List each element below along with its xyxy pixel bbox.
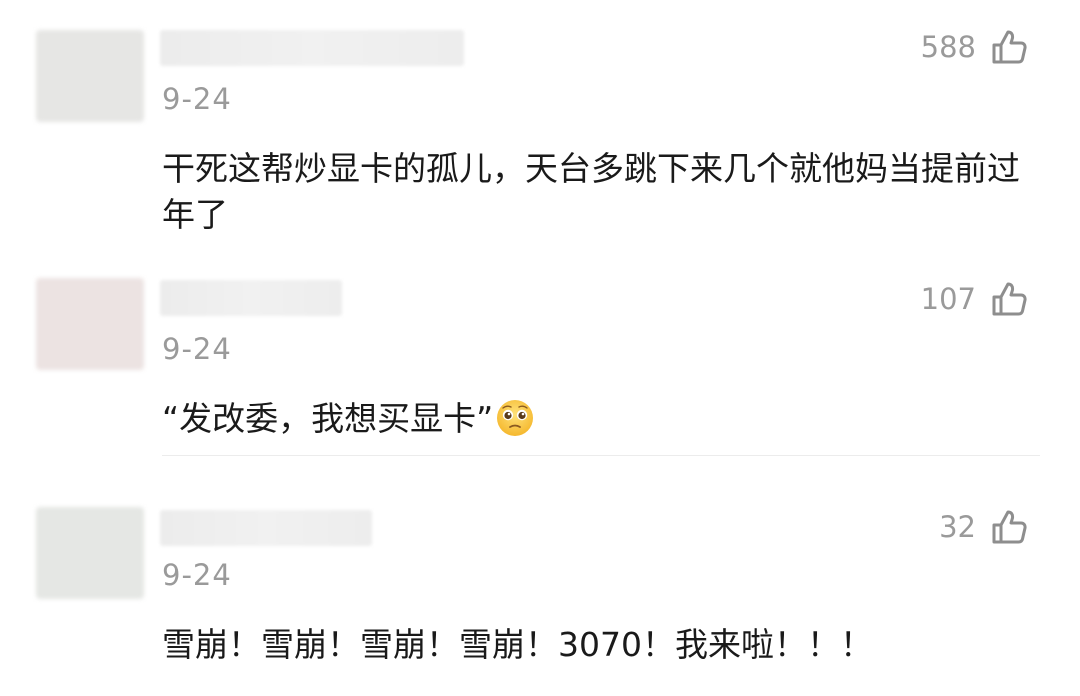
- divider: [162, 455, 1040, 456]
- thumbs-up-icon[interactable]: [990, 280, 1028, 318]
- comment-date: 9-24: [162, 82, 232, 116]
- pleading-face-emoji: [497, 399, 534, 436]
- comment-text: 雪崩！雪崩！雪崩！雪崩！3070！我来啦！！！: [162, 625, 873, 664]
- comment-date: 9-24: [162, 558, 232, 592]
- username-blurred[interactable]: [160, 30, 464, 66]
- like-count: 32: [939, 510, 976, 544]
- like-count: 588: [920, 30, 976, 64]
- comment-text: 干死这帮炒显卡的孤儿，天台多跳下来几个就他妈当提前过年了: [162, 149, 1020, 234]
- comment-item: 9-24 588 干死这帮炒显卡的孤儿，天台多跳下来几个就他妈当提前过年了: [0, 0, 1080, 260]
- avatar[interactable]: [36, 507, 144, 599]
- like-control[interactable]: 107: [921, 280, 1028, 318]
- like-control[interactable]: 588: [921, 28, 1028, 66]
- thumbs-up-icon[interactable]: [990, 508, 1028, 546]
- username-blurred[interactable]: [160, 510, 372, 546]
- like-control[interactable]: 32: [939, 508, 1028, 546]
- like-count: 107: [920, 282, 976, 316]
- username-blurred[interactable]: [160, 280, 342, 316]
- comment-date: 9-24: [162, 332, 232, 366]
- comment-text-content: “发改委，我想买显卡”: [162, 399, 494, 438]
- avatar[interactable]: [36, 30, 144, 122]
- thumbs-up-icon[interactable]: [990, 28, 1028, 66]
- comment-item: 9-24 32 雪崩！雪崩！雪崩！雪崩！3070！我来啦！！！: [0, 490, 1080, 696]
- avatar[interactable]: [36, 278, 144, 370]
- comment-item: 9-24 107 “发改委，我想买显卡”: [0, 260, 1080, 460]
- comment-text: “发改委，我想买显卡”: [162, 396, 1022, 442]
